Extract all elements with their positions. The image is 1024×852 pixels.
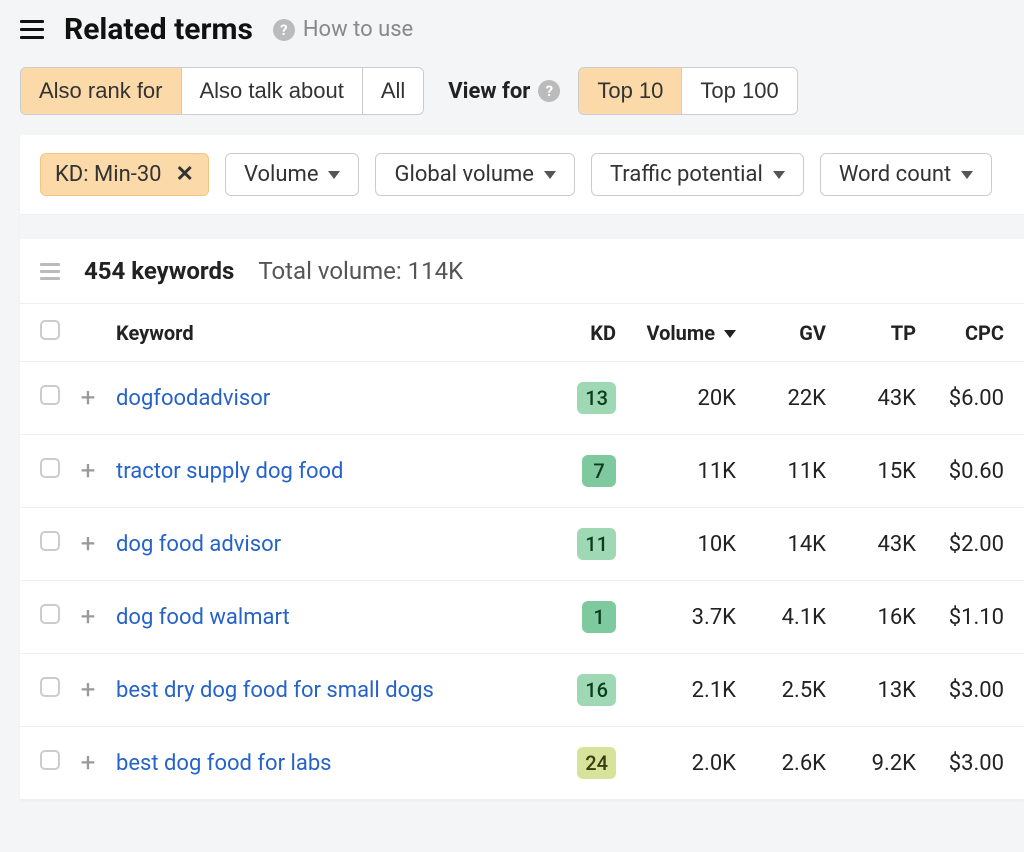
cell-cpc: $3.00: [924, 654, 1024, 727]
select-all-checkbox[interactable]: [40, 320, 60, 340]
plus-icon[interactable]: +: [81, 456, 96, 486]
filter-global-volume[interactable]: Global volume: [375, 153, 575, 196]
plus-icon[interactable]: +: [81, 602, 96, 632]
col-keyword[interactable]: Keyword: [108, 304, 554, 362]
filter-bar: KD: Min-30 ✕ Volume Global volume Traffi…: [20, 135, 1024, 215]
cell-volume: 10K: [624, 508, 744, 581]
cell-volume: 11K: [624, 435, 744, 508]
cell-tp: 43K: [834, 362, 924, 435]
cell-tp: 13K: [834, 654, 924, 727]
filter-traffic-potential[interactable]: Traffic potential: [591, 153, 804, 196]
cell-cpc: $3.00: [924, 727, 1024, 800]
cell-gv: 14K: [744, 508, 834, 581]
row-checkbox[interactable]: [40, 604, 60, 624]
table-row: + dog food advisor 1110K14K43K$2.00: [20, 508, 1024, 581]
filter-word-count[interactable]: Word count: [820, 153, 992, 196]
cell-tp: 16K: [834, 581, 924, 654]
cell-cpc: $0.60: [924, 435, 1024, 508]
filter-volume[interactable]: Volume: [225, 153, 360, 196]
filter-chip-label: KD: Min-30: [55, 162, 162, 187]
menu-icon[interactable]: [20, 20, 44, 39]
cell-tp: 9.2K: [834, 727, 924, 800]
keyword-link[interactable]: dog food walmart: [116, 605, 290, 630]
content-panel: KD: Min-30 ✕ Volume Global volume Traffi…: [20, 135, 1024, 800]
col-cpc[interactable]: CPC: [924, 304, 1024, 362]
tab-top-10[interactable]: Top 10: [579, 68, 681, 114]
cell-gv: 11K: [744, 435, 834, 508]
cell-gv: 22K: [744, 362, 834, 435]
keyword-count: 454 keywords: [84, 257, 234, 285]
col-tp[interactable]: TP: [834, 304, 924, 362]
plus-icon[interactable]: +: [81, 675, 96, 705]
row-checkbox[interactable]: [40, 385, 60, 405]
tab-also-rank-for[interactable]: Also rank for: [21, 68, 181, 114]
panel-gap: [20, 215, 1024, 239]
total-volume: Total volume: 114K: [258, 257, 463, 285]
cell-volume: 20K: [624, 362, 744, 435]
keyword-link[interactable]: dog food advisor: [116, 532, 281, 557]
cell-gv: 4.1K: [744, 581, 834, 654]
chevron-down-icon: [544, 171, 556, 179]
row-checkbox[interactable]: [40, 677, 60, 697]
tab-top-100[interactable]: Top 100: [681, 68, 796, 114]
cell-tp: 15K: [834, 435, 924, 508]
mode-tab-group: Also rank for Also talk about All: [20, 67, 424, 115]
filter-chip-kd[interactable]: KD: Min-30 ✕: [40, 153, 209, 196]
view-for-label: View for ?: [448, 79, 560, 104]
row-checkbox[interactable]: [40, 458, 60, 478]
cell-cpc: $2.00: [924, 508, 1024, 581]
table-row: + best dry dog food for small dogs 162.1K2…: [20, 654, 1024, 727]
page-title: Related terms: [64, 12, 253, 47]
plus-icon[interactable]: +: [81, 529, 96, 559]
how-to-use-label: How to use: [303, 17, 413, 42]
help-icon[interactable]: ?: [538, 80, 560, 102]
close-icon[interactable]: ✕: [176, 162, 194, 187]
chevron-down-icon: [328, 171, 340, 179]
tab-row: Also rank for Also talk about All View f…: [0, 59, 1024, 135]
table-row: + dog food walmart 13.7K4.1K16K$1.10: [20, 581, 1024, 654]
row-checkbox[interactable]: [40, 750, 60, 770]
cell-tp: 43K: [834, 508, 924, 581]
plus-icon[interactable]: +: [81, 748, 96, 778]
tab-also-talk-about[interactable]: Also talk about: [181, 68, 362, 114]
keyword-link[interactable]: best dog food for labs: [116, 751, 332, 776]
table-row: + dogfoodadvisor 1320K22K43K$6.00: [20, 362, 1024, 435]
col-gv[interactable]: GV: [744, 304, 834, 362]
table-row: + best dog food for labs 242.0K2.6K9.2K$3.…: [20, 727, 1024, 800]
cell-volume: 2.0K: [624, 727, 744, 800]
col-kd[interactable]: KD: [554, 304, 624, 362]
keyword-table: Keyword KD Volume GV TP CPC + dogfoodadvi…: [20, 303, 1024, 800]
cell-volume: 2.1K: [624, 654, 744, 727]
kd-badge: 7: [582, 455, 616, 487]
how-to-use-link[interactable]: ? How to use: [273, 17, 413, 42]
kd-badge: 24: [577, 747, 616, 779]
tab-all[interactable]: All: [362, 68, 423, 114]
row-checkbox[interactable]: [40, 531, 60, 551]
plus-icon[interactable]: +: [81, 383, 96, 413]
kd-badge: 11: [577, 528, 616, 560]
table-row: +tractor supply dog food711K11K15K$0.60: [20, 435, 1024, 508]
cell-volume: 3.7K: [624, 581, 744, 654]
summary-bar: 454 keywords Total volume: 114K: [20, 239, 1024, 303]
kd-badge: 16: [577, 674, 616, 706]
col-volume[interactable]: Volume: [624, 304, 744, 362]
kd-badge: 1: [582, 601, 616, 633]
help-icon: ?: [273, 19, 295, 41]
cell-gv: 2.5K: [744, 654, 834, 727]
keyword-link[interactable]: best dry dog food for small dogs: [116, 678, 434, 703]
sort-desc-icon: [724, 330, 736, 338]
chevron-down-icon: [773, 171, 785, 179]
chevron-down-icon: [961, 171, 973, 179]
cell-gv: 2.6K: [744, 727, 834, 800]
list-icon[interactable]: [40, 263, 60, 280]
page-header: Related terms ? How to use: [0, 0, 1024, 59]
kd-badge: 13: [577, 382, 616, 414]
cell-cpc: $6.00: [924, 362, 1024, 435]
view-for-tab-group: Top 10 Top 100: [578, 67, 797, 115]
keyword-link[interactable]: tractor supply dog food: [116, 459, 343, 484]
cell-cpc: $1.10: [924, 581, 1024, 654]
keyword-link[interactable]: dogfoodadvisor: [116, 386, 270, 411]
